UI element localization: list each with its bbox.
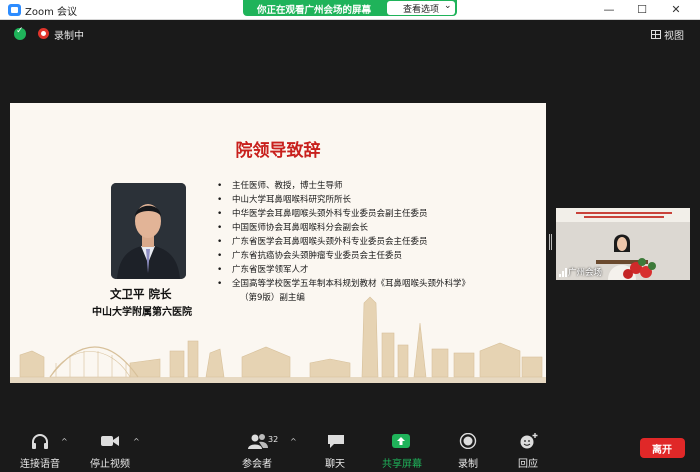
panel-resize-handle[interactable] — [549, 234, 552, 250]
screen-share-banner: 你正在观看广州会场的屏幕 查看选项 ⌄ — [243, 0, 457, 16]
chevron-down-icon: ⌄ — [444, 1, 452, 11]
participants-options-caret[interactable]: ^ — [290, 437, 297, 446]
meeting-toolbar: 连接语音 ^ 停止视频 ^ 32 参会者 ^ 聊天 共享屏幕 录制 回应 — [0, 425, 700, 472]
stop-video-label: 停止视频 — [90, 459, 130, 470]
close-button[interactable]: ✕ — [666, 2, 686, 18]
chat-label: 聊天 — [325, 459, 345, 470]
leave-meeting-button[interactable]: 离开 — [640, 438, 685, 458]
view-button[interactable]: 视图 — [648, 26, 690, 42]
view-options-label: 查看选项 — [403, 5, 440, 15]
credential-item: 广东省医学领军人才 — [216, 263, 536, 277]
zoom-logo-icon — [8, 4, 21, 16]
participant-name: 广州会场 — [568, 268, 603, 278]
shared-screen: 院领导致辞 主任医师、教授，博士生导师 中山大学耳鼻咽喉科研究所所长 中华医学会… — [10, 103, 546, 383]
credential-item: 中国医师协会耳鼻咽喉科分会副会长 — [216, 221, 536, 235]
share-screen-icon — [392, 434, 410, 448]
stop-video-button[interactable]: 停止视频 — [90, 431, 138, 470]
zoom-window: Zoom 会议 你正在观看广州会场的屏幕 查看选项 ⌄ — ☐ ✕ 录制中 视图… — [0, 0, 700, 472]
credential-item: 中华医学会耳鼻咽喉头颈外科专业委员会副主任委员 — [216, 207, 536, 221]
view-label: 视图 — [664, 31, 684, 42]
reactions-button[interactable]: 回应 — [516, 431, 546, 470]
credential-item: 中山大学耳鼻咽喉科研究所所长 — [216, 193, 536, 207]
share-screen-label: 共享屏幕 — [382, 459, 422, 470]
video-options-caret[interactable]: ^ — [133, 437, 140, 446]
banner-text: 你正在观看广州会场的屏幕 — [257, 5, 372, 16]
participant-video-thumbnail[interactable]: 广州会场 — [556, 208, 690, 280]
record-button[interactable]: 录制 — [456, 431, 486, 470]
credential-item: 全国高等学校医学五年制本科规划教材《耳鼻咽喉头颈外科学》 — [216, 277, 536, 291]
headphones-icon — [32, 434, 48, 449]
grid-view-icon — [651, 30, 661, 39]
share-screen-button[interactable]: 共享屏幕 — [380, 431, 424, 470]
record-label: 录制 — [458, 459, 478, 470]
title-bar: Zoom 会议 你正在观看广州会场的屏幕 查看选项 ⌄ — ☐ ✕ — [0, 0, 700, 20]
view-options-button[interactable]: 查看选项 ⌄ — [387, 1, 455, 15]
speaker-portrait — [111, 183, 186, 279]
encryption-shield-icon[interactable] — [14, 26, 26, 40]
credential-item: 广东省抗癌协会头颈肿瘤专业委员会主任委员 — [216, 249, 536, 263]
signal-strength-icon — [559, 268, 567, 277]
credential-item: 主任医师、教授，博士生导师 — [216, 179, 536, 193]
leave-label: 离开 — [652, 445, 672, 456]
minimize-button[interactable]: — — [599, 2, 619, 18]
chat-button[interactable]: 聊天 — [322, 431, 352, 470]
participants-count: 32 — [268, 435, 279, 444]
city-skyline-illustration — [10, 296, 546, 383]
recording-icon[interactable] — [38, 28, 49, 39]
emoji-reaction-icon — [520, 433, 538, 449]
speaker-credentials-list: 主任医师、教授，博士生导师 中山大学耳鼻咽喉科研究所所长 中华医学会耳鼻咽喉头颈… — [216, 179, 536, 305]
participants-label: 参会者 — [242, 459, 272, 470]
slide-title: 院领导致辞 — [235, 141, 321, 161]
video-camera-icon — [101, 436, 119, 446]
chat-bubble-icon — [328, 435, 344, 448]
maximize-button[interactable]: ☐ — [632, 2, 652, 18]
record-icon — [459, 433, 477, 449]
join-audio-label: 连接语音 — [20, 459, 60, 470]
credential-item: 广东省医学会耳鼻咽喉头颈外科专业委员会主任委员 — [216, 235, 536, 249]
recording-label: 录制中 — [54, 31, 84, 42]
audio-options-caret[interactable]: ^ — [61, 437, 68, 446]
meeting-status-row: 录制中 视图 — [0, 21, 700, 47]
reactions-label: 回应 — [518, 459, 538, 470]
participants-button[interactable]: 32 参会者 — [240, 431, 288, 470]
participants-icon — [248, 434, 268, 449]
window-title: Zoom 会议 — [25, 7, 78, 18]
